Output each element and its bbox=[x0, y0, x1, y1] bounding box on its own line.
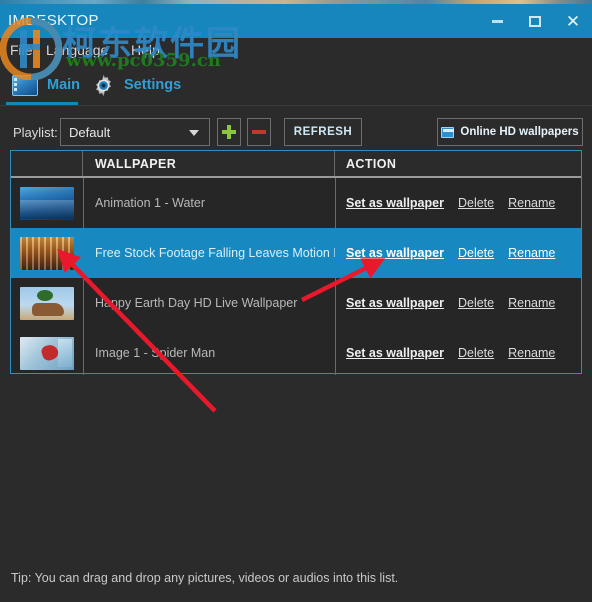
table-row[interactable]: Free Stock Footage Falling Leaves Motion… bbox=[11, 228, 581, 278]
wallpaper-name: Image 1 - Spider Man bbox=[95, 346, 216, 360]
row-action-cell: Set as wallpaper Delete Rename bbox=[335, 328, 581, 378]
active-tab-indicator bbox=[6, 102, 78, 105]
playlist-label: Playlist: bbox=[13, 125, 58, 140]
wallpaper-thumbnail bbox=[20, 186, 74, 220]
set-as-wallpaper-link[interactable]: Set as wallpaper bbox=[346, 346, 444, 360]
table-row[interactable]: Happy Earth Day HD Live Wallpaper Set as… bbox=[11, 278, 581, 328]
tip-text: Tip: You can drag and drop any pictures,… bbox=[11, 571, 399, 585]
row-thumbnail-cell bbox=[11, 178, 83, 228]
wallpaper-name: Animation 1 - Water bbox=[95, 196, 205, 210]
playlist-dropdown[interactable]: Default bbox=[60, 118, 210, 146]
minimize-icon bbox=[491, 19, 503, 23]
column-header-action: ACTION bbox=[346, 156, 397, 171]
minimize-button[interactable] bbox=[478, 4, 516, 38]
rename-link[interactable]: Rename bbox=[508, 196, 555, 210]
app-title: IMDESKTOP bbox=[8, 12, 99, 29]
table-header-row: WALLPAPER ACTION bbox=[11, 151, 581, 178]
wallpaper-name: Free Stock Footage Falling Leaves Motion… bbox=[95, 246, 335, 260]
playlist-selected-value: Default bbox=[69, 124, 111, 140]
delete-link[interactable]: Delete bbox=[458, 246, 494, 260]
tab-settings[interactable]: Settings bbox=[92, 64, 181, 106]
application-window: IMDESKTOP ✕ File Language Help Main Sett… bbox=[0, 0, 592, 602]
refresh-button[interactable]: REFRESH bbox=[284, 118, 362, 146]
row-action-cell: Set as wallpaper Delete Rename bbox=[335, 228, 581, 278]
minus-icon bbox=[252, 130, 266, 134]
tab-bar: Main Settings bbox=[0, 64, 592, 106]
wallpaper-thumbnail bbox=[20, 336, 74, 370]
toolbar: Playlist: Default REFRESH Online HD wall… bbox=[0, 118, 592, 152]
rename-link[interactable]: Rename bbox=[508, 296, 555, 310]
table-row[interactable]: Image 1 - Spider Man Set as wallpaper De… bbox=[11, 328, 581, 378]
set-as-wallpaper-link[interactable]: Set as wallpaper bbox=[346, 246, 444, 260]
delete-link[interactable]: Delete bbox=[458, 346, 494, 360]
close-icon: ✕ bbox=[565, 11, 581, 31]
rename-link[interactable]: Rename bbox=[508, 346, 555, 360]
wallpaper-thumbnail bbox=[20, 236, 74, 270]
table-row[interactable]: Animation 1 - Water Set as wallpaper Del… bbox=[11, 178, 581, 228]
menu-item-language[interactable]: Language bbox=[46, 42, 108, 58]
tab-settings-label: Settings bbox=[124, 77, 182, 93]
remove-playlist-button[interactable] bbox=[247, 118, 271, 146]
gear-icon bbox=[92, 74, 115, 97]
row-thumbnail-cell bbox=[11, 228, 83, 278]
set-as-wallpaper-link[interactable]: Set as wallpaper bbox=[346, 296, 444, 310]
maximize-button[interactable] bbox=[516, 4, 554, 38]
rename-link[interactable]: Rename bbox=[508, 246, 555, 260]
delete-link[interactable]: Delete bbox=[458, 296, 494, 310]
menu-bar: File Language Help bbox=[0, 38, 592, 64]
delete-link[interactable]: Delete bbox=[458, 196, 494, 210]
column-header-wallpaper: WALLPAPER bbox=[83, 151, 335, 176]
menu-item-help[interactable]: Help bbox=[131, 42, 160, 58]
title-bar: IMDESKTOP ✕ bbox=[0, 4, 592, 38]
menu-item-file[interactable]: File bbox=[10, 42, 33, 58]
column-header-thumbnail bbox=[11, 151, 83, 176]
row-thumbnail-cell bbox=[11, 328, 83, 378]
wallpaper-name: Happy Earth Day HD Live Wallpaper bbox=[95, 296, 298, 310]
row-action-cell: Set as wallpaper Delete Rename bbox=[335, 278, 581, 328]
online-hd-wallpapers-button[interactable]: Online HD wallpapers bbox=[437, 118, 583, 146]
set-as-wallpaper-link[interactable]: Set as wallpaper bbox=[346, 196, 444, 210]
online-hd-wallpapers-label: Online HD wallpapers bbox=[460, 126, 579, 138]
maximize-icon bbox=[529, 15, 541, 27]
wallpaper-thumbnail bbox=[20, 286, 74, 320]
window-controls: ✕ bbox=[478, 4, 592, 38]
plus-icon bbox=[222, 125, 236, 139]
picture-icon bbox=[441, 126, 455, 138]
wallpaper-list-table: WALLPAPER ACTION Animation 1 - Water Set… bbox=[10, 150, 582, 375]
close-button[interactable]: ✕ bbox=[554, 4, 592, 38]
tab-main[interactable]: Main bbox=[12, 64, 80, 106]
tab-main-label: Main bbox=[47, 77, 81, 93]
row-action-cell: Set as wallpaper Delete Rename bbox=[335, 178, 581, 228]
row-thumbnail-cell bbox=[11, 278, 83, 328]
monitor-icon bbox=[12, 74, 38, 96]
chevron-down-icon bbox=[189, 130, 199, 136]
add-playlist-button[interactable] bbox=[217, 118, 241, 146]
